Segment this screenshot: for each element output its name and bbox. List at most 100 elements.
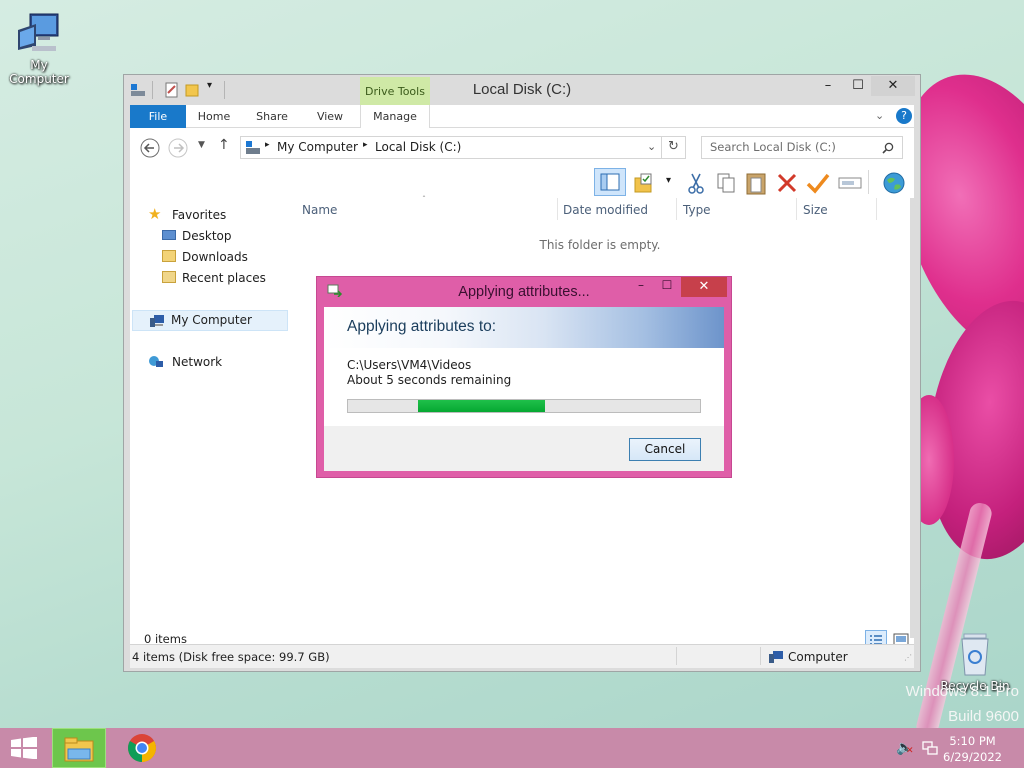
search-icon[interactable] [882, 142, 894, 154]
nav-network-label: Network [172, 355, 223, 369]
nav-item-my-computer[interactable]: My Computer [132, 310, 288, 331]
nav-item-label: Downloads [182, 250, 248, 264]
preview-pane-icon [600, 173, 620, 191]
help-icon[interactable]: ? [896, 108, 912, 124]
mute-indicator-icon: ✕ [906, 746, 914, 756]
computer-small-icon [150, 315, 164, 327]
close-button[interactable]: ✕ [871, 76, 915, 96]
desktop-icon [162, 230, 176, 240]
clock[interactable]: 5:10 PM 6/29/2022 [943, 733, 1002, 765]
star-icon: ★ [148, 205, 162, 223]
recent-places-icon [162, 271, 176, 283]
clock-date: 6/29/2022 [943, 750, 1002, 764]
progress-bar [347, 399, 701, 413]
time-remaining: About 5 seconds remaining [347, 373, 512, 387]
taskbar: 🔈 ✕ 5:10 PM 6/29/2022 [0, 728, 1024, 768]
breadcrumb-my-computer[interactable]: My Computer [277, 140, 358, 154]
dialog-close-button[interactable]: ✕ [681, 277, 727, 297]
desktop-icon-my-computer[interactable]: My Computer [0, 10, 78, 86]
column-separator[interactable] [876, 198, 877, 220]
dialog-header-text: Applying attributes to: [347, 318, 497, 335]
paste-icon[interactable] [745, 171, 767, 195]
desktop-icon-label: My Computer [9, 58, 69, 86]
nav-item-label: Desktop [182, 229, 232, 243]
address-bar-row: ▼ ↑ ▸ My Computer ▸ Local Disk (C:) ⌄ ↻ … [130, 128, 914, 168]
chevron-right-icon[interactable]: ▸ [363, 140, 368, 150]
start-button[interactable] [0, 728, 48, 768]
up-icon[interactable]: ↑ [218, 137, 230, 153]
progress-bar-fill [418, 400, 546, 412]
column-header-row: Name ˆ Date modified Type Size [290, 195, 910, 220]
dialog-minimize-button[interactable]: – [631, 278, 651, 296]
dialog-content: C:\Users\VM4\Videos About 5 seconds rema… [324, 348, 724, 426]
expand-ribbon-icon[interactable]: ⌄ [875, 109, 884, 122]
column-header-date-modified[interactable]: Date modified [563, 203, 648, 217]
resize-grip-icon[interactable]: ⋰ [904, 653, 912, 662]
maximize-button[interactable]: ☐ [846, 76, 870, 96]
current-path: C:\Users\VM4\Videos [347, 358, 472, 372]
os-watermark-build: Build 9600 [948, 708, 1019, 725]
os-watermark-edition: Windows 8.1 Pro [905, 683, 1019, 700]
divider [661, 137, 662, 158]
minimize-button[interactable]: – [816, 76, 840, 96]
tab-view[interactable]: View [302, 105, 358, 128]
location-label: Computer [788, 650, 848, 664]
empty-folder-message: This folder is empty. [539, 238, 661, 252]
network-status-icon[interactable] [922, 740, 938, 756]
dialog-maximize-button[interactable]: ☐ [657, 278, 677, 296]
column-separator[interactable] [557, 198, 558, 220]
applying-attributes-dialog: Applying attributes... – ☐ ✕ Applying at… [316, 276, 732, 478]
cut-icon[interactable] [686, 172, 706, 194]
folder-options-dropdown-icon[interactable]: ▾ [666, 175, 671, 186]
computer-icon [18, 13, 59, 51]
column-header-size[interactable]: Size [803, 203, 828, 217]
computer-small-icon [246, 141, 260, 154]
ribbon-tabs: File Home Share View Manage ⌄ ? [130, 105, 914, 129]
back-icon[interactable] [140, 138, 160, 158]
refresh-icon[interactable]: ↻ [668, 139, 679, 154]
disk-info: 4 items (Disk free space: 99.7 GB) [132, 650, 330, 664]
address-dropdown-icon[interactable]: ⌄ [647, 140, 656, 153]
rename-icon[interactable] [838, 174, 862, 192]
copy-icon[interactable] [715, 172, 737, 194]
preview-pane-button[interactable] [594, 168, 626, 196]
tab-file[interactable]: File [130, 105, 186, 128]
windows-logo-icon [11, 737, 37, 759]
command-toolbar: ▾ [130, 168, 914, 198]
column-separator[interactable] [676, 198, 677, 220]
breadcrumb-local-disk[interactable]: Local Disk (C:) [375, 140, 461, 154]
column-header-type[interactable]: Type [683, 203, 711, 217]
title-bar[interactable]: ▾ Drive Tools Local Disk (C:) – ☐ ✕ [124, 75, 920, 105]
network-icon [149, 356, 163, 367]
details-bar: 4 items (Disk free space: 99.7 GB) Compu… [130, 644, 914, 668]
forward-icon[interactable] [168, 138, 188, 158]
folder-options-icon[interactable] [633, 172, 655, 194]
cancel-button[interactable]: Cancel [629, 438, 701, 461]
globe-icon[interactable] [882, 171, 906, 195]
window-title: Local Disk (C:) [472, 81, 572, 98]
tab-home[interactable]: Home [186, 105, 242, 128]
divider [868, 170, 869, 194]
nav-item-label: Recent places [182, 271, 266, 285]
chrome-icon [128, 734, 156, 762]
tab-manage[interactable]: Manage [360, 105, 430, 129]
divider [760, 647, 761, 665]
address-box[interactable]: ▸ My Computer ▸ Local Disk (C:) ⌄ ↻ [240, 136, 686, 159]
column-header-name[interactable]: Name [302, 203, 337, 217]
recent-locations-icon[interactable]: ▼ [198, 140, 205, 150]
tab-share[interactable]: Share [242, 105, 302, 128]
clock-time: 5:10 PM [949, 734, 996, 748]
divider [676, 647, 677, 665]
chevron-right-icon[interactable]: ▸ [265, 140, 270, 150]
column-separator[interactable] [796, 198, 797, 220]
taskbar-chrome[interactable] [118, 728, 168, 768]
delete-icon[interactable] [776, 172, 798, 194]
recycle-bin-icon [961, 633, 989, 676]
dialog-body: Applying attributes to: C:\Users\VM4\Vid… [324, 307, 724, 471]
nav-favorites-label: Favorites [172, 208, 227, 222]
taskbar-file-explorer[interactable] [52, 728, 106, 768]
checkmark-icon[interactable] [806, 172, 830, 194]
dialog-header: Applying attributes to: [324, 307, 724, 348]
nav-item-label: My Computer [171, 313, 252, 327]
search-input[interactable]: Search Local Disk (C:) [701, 136, 903, 159]
